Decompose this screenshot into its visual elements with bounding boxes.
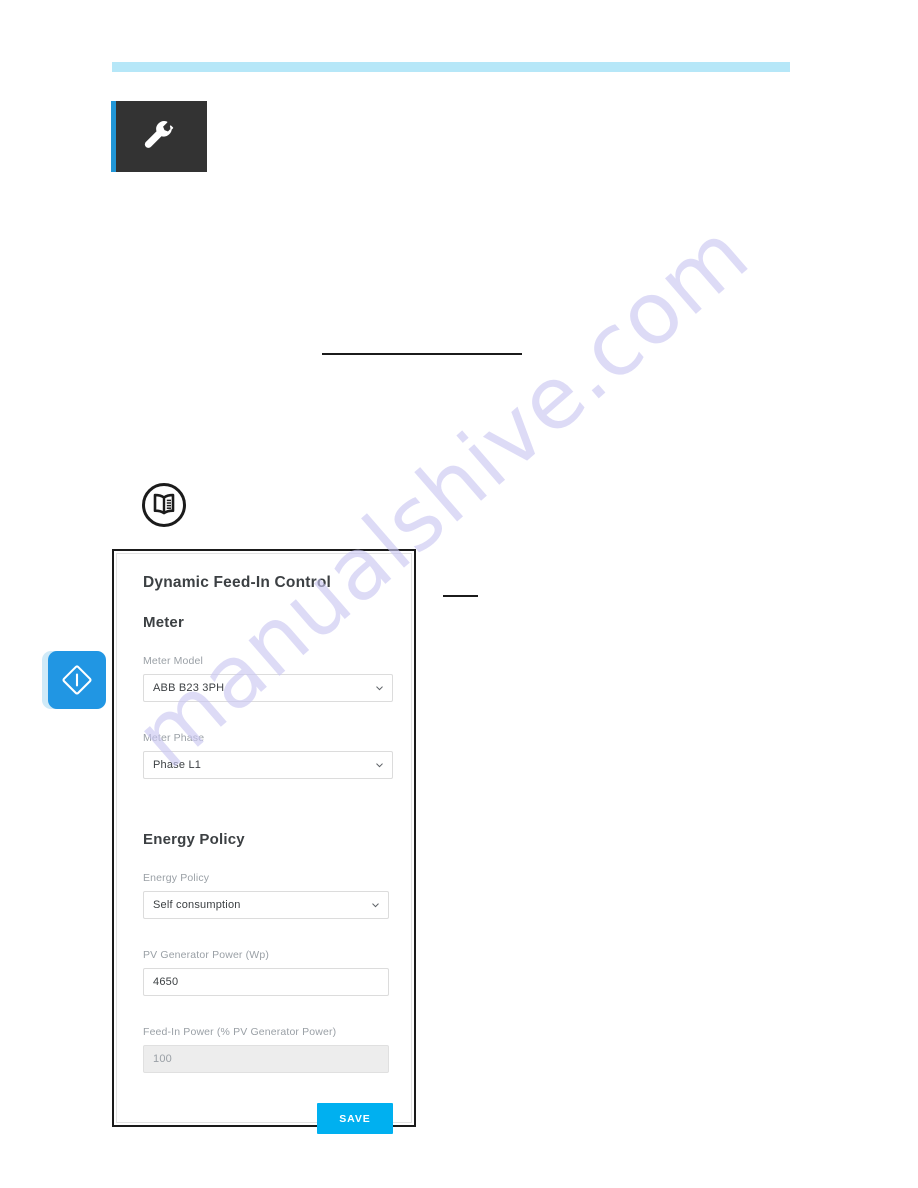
save-row: SAVE — [143, 1103, 393, 1134]
chevron-down-icon — [375, 761, 384, 770]
field-meter-model: Meter Model ABB B23 3PH — [143, 655, 393, 702]
meter-phase-select[interactable]: Phase L1 — [143, 751, 393, 779]
chevron-down-icon — [375, 684, 384, 693]
meter-model-select[interactable]: ABB B23 3PH — [143, 674, 393, 702]
wrench-icon-tile — [111, 101, 207, 172]
meter-phase-label: Meter Phase — [143, 732, 205, 744]
feed-in-power-value: 100 — [153, 1053, 172, 1065]
energy-policy-select[interactable]: Self consumption — [143, 891, 389, 919]
horizontal-rule — [322, 353, 522, 355]
chevron-down-icon — [371, 901, 380, 910]
field-energy-policy: Energy Policy Self consumption — [143, 872, 389, 919]
page-canvas: Dynamic Feed-In Control Meter Meter Mode… — [0, 0, 918, 1188]
save-button[interactable]: SAVE — [317, 1103, 393, 1134]
energy-policy-label: Energy Policy — [143, 872, 210, 884]
field-meter-phase: Meter Phase Phase L1 — [143, 732, 393, 779]
section-heading-energy-policy: Energy Policy — [143, 831, 245, 848]
pv-generator-power-input[interactable]: 4650 — [143, 968, 389, 996]
page-title: Dynamic Feed-In Control — [143, 574, 332, 591]
pv-generator-power-value: 4650 — [153, 976, 179, 988]
meter-phase-value: Phase L1 — [153, 759, 202, 771]
field-pv-generator-power: PV Generator Power (Wp) 4650 — [143, 949, 389, 996]
pv-generator-power-label: PV Generator Power (Wp) — [143, 949, 269, 961]
open-book-icon — [140, 481, 188, 529]
short-horizontal-rule — [443, 595, 478, 597]
important-notice-icon — [48, 651, 106, 709]
feed-in-power-input: 100 — [143, 1045, 389, 1073]
settings-panel-inner: Dynamic Feed-In Control Meter Meter Mode… — [116, 553, 412, 1134]
energy-policy-value: Self consumption — [153, 899, 241, 911]
top-accent-rule — [112, 62, 790, 72]
feed-in-power-label: Feed-In Power (% PV Generator Power) — [143, 1026, 337, 1038]
wrench-icon — [111, 101, 207, 172]
meter-model-value: ABB B23 3PH — [153, 682, 225, 694]
meter-model-label: Meter Model — [143, 655, 204, 667]
field-feed-in-power: Feed-In Power (% PV Generator Power) 100 — [143, 1026, 389, 1073]
section-heading-meter: Meter — [143, 614, 185, 631]
settings-screenshot-panel: Dynamic Feed-In Control Meter Meter Mode… — [112, 549, 416, 1134]
